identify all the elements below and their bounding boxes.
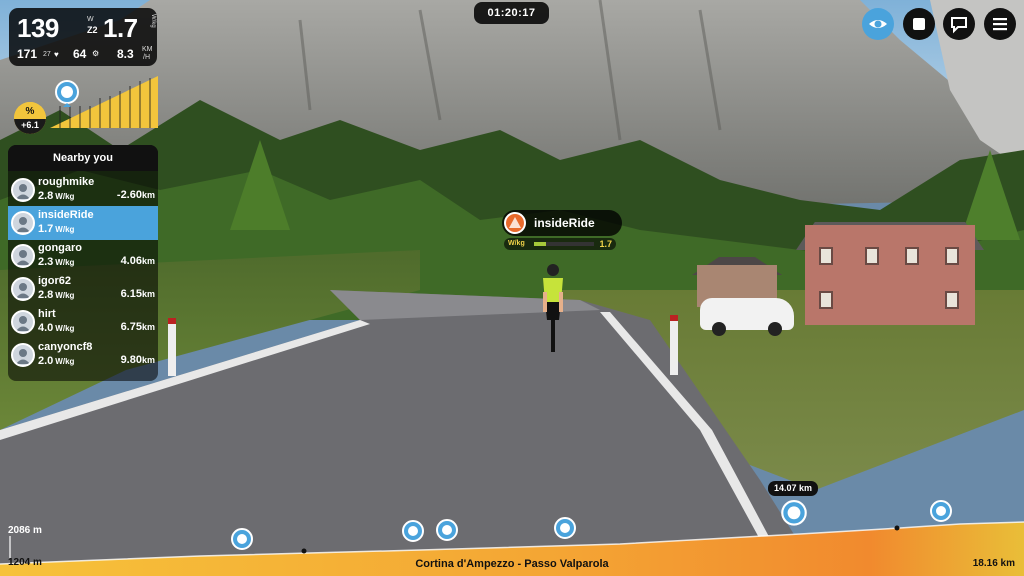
speed-value: 64	[73, 47, 87, 61]
rider-wkg: 2.0 W/kg	[38, 355, 75, 367]
rider-tag-power-bar: W/kg 1.7	[504, 238, 616, 250]
avatar	[11, 343, 35, 367]
power-bar-track	[534, 242, 594, 246]
rider-tag-value: 1.7	[599, 239, 612, 249]
rider-marker	[554, 517, 576, 539]
rider-name: igor62	[38, 275, 72, 287]
avatar	[11, 310, 35, 334]
rider-name: insideRide	[38, 209, 94, 221]
rider-distance: -2.60km	[116, 189, 155, 201]
menu-icon	[993, 18, 1007, 31]
rider-position-pin	[55, 80, 79, 107]
avatar	[11, 178, 35, 202]
view-toggle-button[interactable]	[862, 8, 894, 40]
wkg-value: 1.7	[103, 13, 138, 43]
grade-badge: % +6.1	[14, 102, 46, 134]
distance-value: 8.3	[117, 47, 134, 61]
zone-label: Z2	[87, 25, 98, 35]
rider-distance: 9.80km	[120, 354, 155, 366]
rider-name: canyoncf8	[38, 341, 93, 353]
rider-tag-label: W/kg	[508, 240, 525, 247]
avatar	[11, 211, 35, 235]
rider-distance: 4.06km	[120, 255, 155, 267]
power-unit: W	[87, 16, 94, 23]
power-bar-fill	[534, 242, 546, 246]
rider-wkg: 1.7 W/kg	[38, 223, 75, 235]
rider-marker	[231, 528, 253, 550]
rider-wkg: 4.0 W/kg	[38, 322, 75, 334]
rider-wkg: 2.8 W/kg	[38, 289, 75, 301]
grade-value: +6.1	[14, 119, 46, 134]
list-item[interactable]: roughmike 2.8 W/kg -2.60km	[8, 173, 158, 207]
rider-name: hirt	[38, 308, 56, 320]
max-altitude-label: 2086 m	[8, 525, 42, 536]
rider-distance: 6.75km	[120, 321, 155, 333]
ride-stats-panel: 139 W Z2 1.7 W/kg 171 27 ♥ 64 ⚙ 8.3 KM /…	[9, 8, 157, 66]
avatar	[11, 277, 35, 301]
rider-distance: 6.15km	[120, 288, 155, 300]
rider-marker	[402, 520, 424, 542]
list-item[interactable]: insideRide 1.7 W/kg	[8, 206, 158, 240]
heart-icon: ♥	[54, 50, 59, 59]
rider-wkg: 2.3 W/kg	[38, 256, 75, 268]
roadside-post	[670, 315, 678, 375]
rider-name: roughmike	[38, 176, 95, 188]
elapsed-timer: 01:20:17	[474, 2, 549, 24]
roadside-post	[168, 318, 176, 376]
nearby-title: Nearby you	[8, 145, 158, 171]
list-item[interactable]: canyoncf8 2.0 W/kg 9.80km	[8, 338, 158, 372]
stop-button[interactable]	[903, 8, 935, 40]
list-item[interactable]: gongaro 2.3 W/kg 4.06km	[8, 239, 158, 273]
rider-marker	[436, 519, 458, 541]
rider-marker	[930, 500, 952, 522]
cadence-value: 171	[17, 47, 38, 61]
nearby-riders-panel: Nearby you roughmike 2.8 W/kg -2.60km inside…	[8, 145, 158, 381]
route-total-distance: 18.16 km	[972, 558, 1015, 569]
chat-icon	[951, 17, 967, 34]
stop-icon	[913, 18, 925, 30]
grade-symbol: %	[14, 102, 46, 119]
list-item[interactable]: hirt 4.0 W/kg 6.75km	[8, 305, 158, 339]
rider-name-tag: insideRide	[502, 210, 622, 236]
distance-unit-top: KM	[142, 46, 153, 53]
menu-button[interactable]	[984, 8, 1016, 40]
power-value: 139	[17, 13, 59, 43]
distance-unit-bottom: /H	[143, 54, 150, 61]
rider-wkg: 2.8 W/kg	[38, 190, 75, 202]
rider-name: gongaro	[38, 242, 82, 254]
route-name: Cortina d'Ampezzo - Passo Valparola	[415, 558, 609, 570]
cyclist	[543, 264, 563, 352]
list-item[interactable]: igor62 2.8 W/kg 6.15km	[8, 272, 158, 306]
gear-icon: ⚙	[92, 49, 100, 58]
avatar	[504, 212, 526, 234]
rider-tag-name: insideRide	[534, 216, 595, 230]
current-position-marker	[781, 500, 807, 526]
chat-button[interactable]	[943, 8, 975, 40]
avatar	[11, 244, 35, 268]
current-distance-badge: 14.07 km	[768, 481, 818, 496]
cadence-sub: 27	[43, 51, 51, 58]
eye-icon	[869, 20, 887, 28]
wkg-unit: W/kg	[150, 14, 156, 28]
